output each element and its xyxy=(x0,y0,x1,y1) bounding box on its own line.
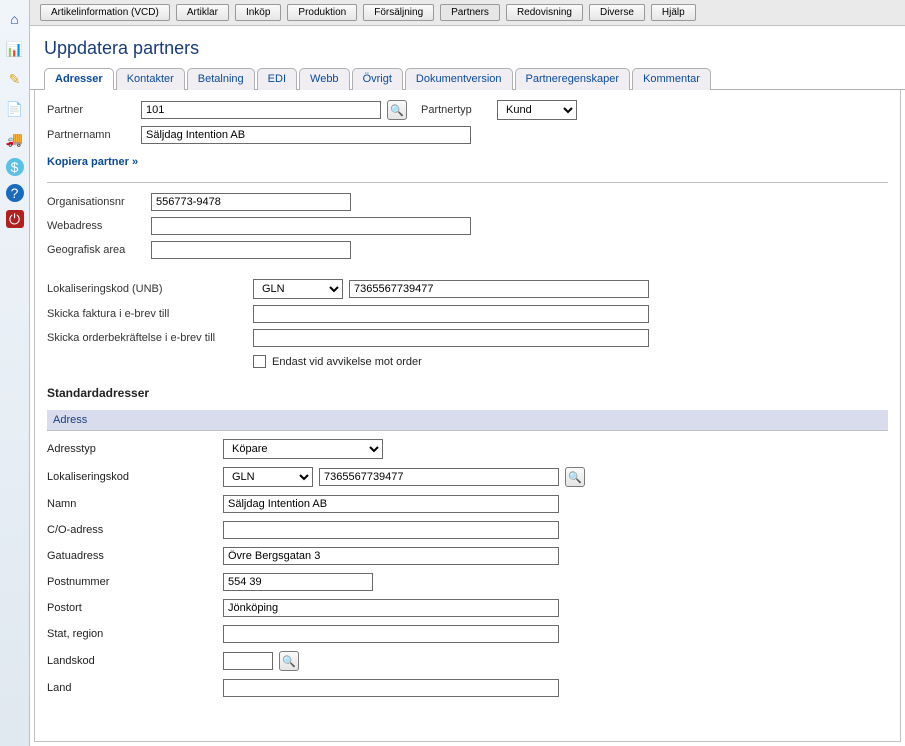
loccode-unb-input[interactable] xyxy=(349,280,649,298)
separator xyxy=(47,182,888,183)
tab-betalning[interactable]: Betalning xyxy=(187,68,255,90)
addr-co-input[interactable] xyxy=(223,521,559,539)
sidebar: ⌂ 📊 ✎ 📄 🚚 $ ? ⏻ xyxy=(0,0,30,746)
document-icon[interactable]: 📄 xyxy=(4,98,26,120)
addr-loccode-type-select[interactable]: GLN xyxy=(223,467,313,487)
menu-artiklar[interactable]: Artiklar xyxy=(176,4,229,21)
tab-kontakter[interactable]: Kontakter xyxy=(116,68,185,90)
partner-label: Partner xyxy=(47,104,135,116)
address-subheader: Adress xyxy=(47,410,888,431)
order-email-label: Skicka orderbekräftelse i e-brev till xyxy=(47,332,247,344)
addr-country-input[interactable] xyxy=(223,679,559,697)
standard-addresses-heading: Standardadresser xyxy=(47,386,888,400)
addr-region-label: Stat, region xyxy=(47,628,217,640)
menu-redovisning[interactable]: Redovisning xyxy=(506,4,583,21)
menu-artikelinformation[interactable]: Artikelinformation (VCD) xyxy=(40,4,170,21)
addr-loccode-label: Lokaliseringskod xyxy=(47,471,217,483)
tab-ovrigt[interactable]: Övrigt xyxy=(352,68,403,90)
addr-zip-input[interactable] xyxy=(223,573,373,591)
power-icon[interactable]: ⏻ xyxy=(6,210,24,228)
orgnr-input[interactable] xyxy=(151,193,351,211)
home-icon[interactable]: ⌂ xyxy=(4,8,26,30)
deviation-checkbox[interactable] xyxy=(253,355,266,368)
addresstype-label: Adresstyp xyxy=(47,443,217,455)
currency-icon[interactable]: $ xyxy=(6,158,24,176)
tab-bar: Adresser Kontakter Betalning EDI Webb Öv… xyxy=(30,67,905,90)
menu-produktion[interactable]: Produktion xyxy=(287,4,357,21)
tab-dokumentversion[interactable]: Dokumentversion xyxy=(405,68,513,90)
addr-countrycode-input[interactable] xyxy=(223,652,273,670)
chart-icon[interactable]: 📊 xyxy=(4,38,26,60)
tab-adresser[interactable]: Adresser xyxy=(44,68,114,90)
orgnr-label: Organisationsnr xyxy=(47,196,145,208)
menu-forsaljning[interactable]: Försäljning xyxy=(363,4,434,21)
addr-countrycode-label: Landskod xyxy=(47,655,217,667)
loccode-unb-label: Lokaliseringskod (UNB) xyxy=(47,283,247,295)
addr-loccode-lookup-button[interactable]: 🔍 xyxy=(565,467,585,487)
addresstype-select[interactable]: Köpare xyxy=(223,439,383,459)
tab-kommentar[interactable]: Kommentar xyxy=(632,68,711,90)
page-title: Uppdatera partners xyxy=(30,26,905,67)
geoarea-input[interactable] xyxy=(151,241,351,259)
tab-edi[interactable]: EDI xyxy=(257,68,297,90)
addr-city-input[interactable] xyxy=(223,599,559,617)
invoice-email-label: Skicka faktura i e-brev till xyxy=(47,308,247,320)
menu-diverse[interactable]: Diverse xyxy=(589,4,645,21)
menu-partners[interactable]: Partners xyxy=(440,4,500,21)
search-icon: 🔍 xyxy=(568,471,582,484)
deviation-label: Endast vid avvikelse mot order xyxy=(272,356,422,368)
webaddress-input[interactable] xyxy=(151,217,471,235)
addr-city-label: Postort xyxy=(47,602,217,614)
tab-partneregenskaper[interactable]: Partneregenskaper xyxy=(515,68,631,90)
addr-zip-label: Postnummer xyxy=(47,576,217,588)
menu-inkop[interactable]: Inköp xyxy=(235,4,281,21)
partner-lookup-button[interactable]: 🔍 xyxy=(387,100,407,120)
partnername-input[interactable] xyxy=(141,126,471,144)
help-icon[interactable]: ? xyxy=(6,184,24,202)
partner-input[interactable] xyxy=(141,101,381,119)
partnertype-select[interactable]: Kund xyxy=(497,100,577,120)
addr-name-label: Namn xyxy=(47,498,217,510)
search-icon: 🔍 xyxy=(282,655,296,668)
addr-street-input[interactable] xyxy=(223,547,559,565)
truck-icon[interactable]: 🚚 xyxy=(4,128,26,150)
partnername-label: Partnernamn xyxy=(47,129,135,141)
addr-street-label: Gatuadress xyxy=(47,550,217,562)
main-panel: Artikelinformation (VCD) Artiklar Inköp … xyxy=(30,0,905,746)
edit-icon[interactable]: ✎ xyxy=(4,68,26,90)
webaddress-label: Webadress xyxy=(47,220,145,232)
menu-hjalp[interactable]: Hjälp xyxy=(651,4,696,21)
geoarea-label: Geografisk area xyxy=(47,244,145,256)
addr-country-label: Land xyxy=(47,682,217,694)
loccode-unb-type-select[interactable]: GLN xyxy=(253,279,343,299)
addr-loccode-input[interactable] xyxy=(319,468,559,486)
addr-co-label: C/O-adress xyxy=(47,524,217,536)
order-email-input[interactable] xyxy=(253,329,649,347)
addr-region-input[interactable] xyxy=(223,625,559,643)
copy-partner-link[interactable]: Kopiera partner » xyxy=(47,150,888,178)
content-panel: Partner 🔍 Partnertyp Kund Partnernamn Ko… xyxy=(34,90,901,742)
search-icon: 🔍 xyxy=(390,104,404,117)
tab-webb[interactable]: Webb xyxy=(299,68,350,90)
top-menu: Artikelinformation (VCD) Artiklar Inköp … xyxy=(30,0,905,26)
partnertype-label: Partnertyp xyxy=(421,104,491,116)
addr-countrycode-lookup-button[interactable]: 🔍 xyxy=(279,651,299,671)
invoice-email-input[interactable] xyxy=(253,305,649,323)
addr-name-input[interactable] xyxy=(223,495,559,513)
